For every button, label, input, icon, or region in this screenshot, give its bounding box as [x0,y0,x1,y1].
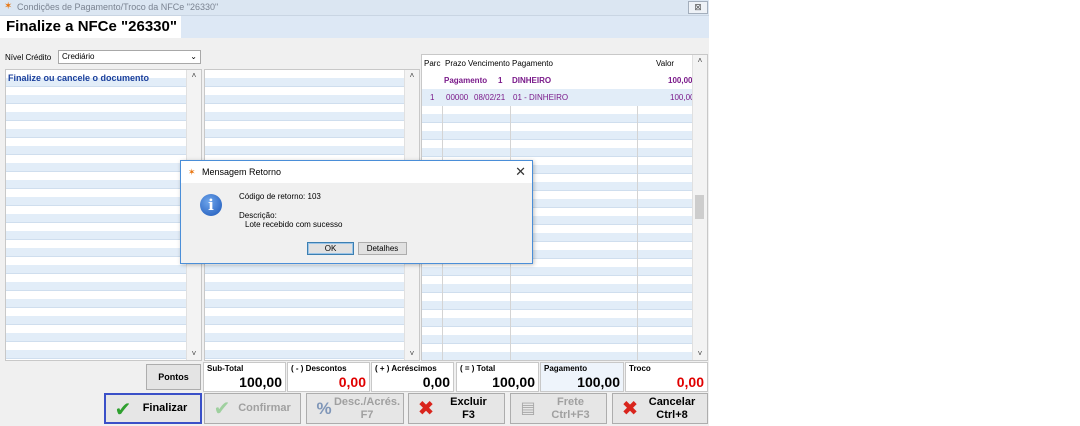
payments-scrollbar[interactable]: ˄ ˅ [692,55,707,360]
pontos-button[interactable]: Pontos [146,364,201,390]
confirmar-button[interactable]: ✔ Confirmar [204,393,301,424]
acrescimos-value: 0,00 [422,374,450,390]
column-header: Valor [656,59,675,68]
scroll-up-icon[interactable]: ˄ [187,70,201,82]
payments-grid-header: Parc Prazo Vencimento Pagamento Valor [422,55,693,73]
cancelar-label: Cancelar [648,395,696,408]
dialog-titlebar: ✶ Mensagem Retorno ✕ [181,161,532,183]
summary-method: DINHEIRO [512,76,552,85]
finalizar-button[interactable]: ✔ Finalizar [104,393,202,424]
scroll-down-icon[interactable]: ˅ [187,348,201,360]
message-panel[interactable]: Finalize ou cancele o documento ˄ ˅ [5,69,202,361]
descontos-value: 0,00 [338,374,366,390]
acrescimos-label: ( + ) Acréscimos [375,364,437,373]
app-icon: ✶ [188,167,196,177]
total-box: ( = ) Total 100,00 [456,362,539,392]
excluir-label: Excluir [450,395,487,408]
excluir-button[interactable]: ✖ Excluir F3 [408,393,505,424]
cell-vencimento: 08/02/21 [474,93,506,102]
column-header: Pagamento [512,59,553,68]
cancelar-button[interactable]: ✖ Cancelar Ctrl+8 [612,393,708,424]
nivel-credito-value: Crediário [62,52,95,61]
ok-button[interactable]: OK [307,242,354,255]
acrescimos-box: ( + ) Acréscimos 0,00 [371,362,454,392]
descontos-box: ( - ) Descontos 0,00 [287,362,370,392]
column-header: Vencimento [468,59,510,68]
app-icon: ✶ [4,1,13,12]
total-label: ( = ) Total [460,364,496,373]
frete-button[interactable]: ▤ Frete Ctrl+F3 [510,393,607,424]
scroll-up-icon[interactable]: ˄ [693,55,707,67]
check-icon: ✔ [114,399,132,421]
page-header: Finalize a NFCe "26330" [0,16,709,38]
cell-prazo: 00000 [446,93,469,102]
window-close-button[interactable]: ⊠ [688,1,708,14]
close-icon[interactable]: ✕ [515,164,526,180]
frete-label: Frete [557,395,584,408]
pagamento-box: Pagamento 100,00 [540,362,624,392]
scroll-up-icon[interactable]: ˄ [405,70,419,82]
summary-value: 100,00 [668,76,693,85]
window-title: Condições de Pagamento/Troco da NFCe "26… [17,2,219,12]
x-icon: ✖ [621,398,639,420]
description-label: Descrição: [239,211,277,220]
window-titlebar: ✶ Condições de Pagamento/Troco da NFCe "… [0,0,709,16]
subtotal-label: Sub-Total [207,364,244,373]
subtotal-value: 100,00 [239,374,282,390]
subtotal-box: Sub-Total 100,00 [203,362,286,392]
descontos-label: ( - ) Descontos [291,364,347,373]
description-text: Lote recebido com sucesso [245,220,343,229]
frete-shortcut: Ctrl+F3 [551,408,590,421]
truck-icon: ▤ [520,400,536,417]
details-button[interactable]: Detalhes [358,242,407,255]
page-title: Finalize a NFCe "26330" [0,16,181,38]
troco-value: 0,00 [676,374,704,390]
message-rows [6,70,187,360]
scroll-down-icon[interactable]: ˅ [405,348,419,360]
summary-label: Pagamento [444,76,488,85]
dialog-title: Mensagem Retorno [202,167,282,177]
payment-summary-row[interactable]: Pagamento 1 DINHEIRO 100,00 [422,72,693,89]
total-value: 100,00 [492,374,535,390]
troco-label: Troco [629,364,651,373]
chevron-down-icon: ⌄ [190,52,197,61]
column-header: Prazo [445,59,466,68]
scroll-down-icon[interactable]: ˅ [693,348,707,360]
cell-pagamento: 01 - DINHEIRO [513,93,569,102]
message-dialog: ✶ Mensagem Retorno ✕ i Código de retorno… [180,160,533,264]
nivel-credito-label: Nível Crédito [5,53,52,62]
return-code-text: Código de retorno: 103 [239,192,321,201]
percent-icon: % [316,399,332,418]
desc-acres-button[interactable]: % Desc./Acrés. F7 [306,393,404,424]
pagamento-label: Pagamento [544,364,588,373]
scroll-thumb[interactable] [695,195,704,219]
troco-box: Troco 0,00 [625,362,708,392]
info-icon: i [200,194,222,216]
desc-acres-label: Desc./Acrés. [333,395,401,408]
check-icon: ✔ [213,398,231,420]
payment-window: ✶ Condições de Pagamento/Troco da NFCe "… [0,0,709,426]
cell-valor: 100,00 [670,93,695,102]
status-message: Finalize ou cancele o documento [8,73,150,83]
pagamento-value: 100,00 [577,374,620,390]
summary-count: 1 [498,76,503,85]
x-icon: ✖ [417,398,435,420]
excluir-shortcut: F3 [462,408,475,421]
nivel-credito-select[interactable]: Crediário ⌄ [58,50,201,64]
cancelar-shortcut: Ctrl+8 [656,408,688,421]
desc-acres-shortcut: F7 [360,408,374,421]
cell-parc: 1 [430,93,435,102]
column-header: Parc [424,59,441,68]
finalizar-label: Finalizar [142,402,188,414]
confirmar-label: Confirmar [238,402,291,414]
table-row[interactable]: 1 00000 08/02/21 01 - DINHEIRO 100,00 [422,89,695,106]
